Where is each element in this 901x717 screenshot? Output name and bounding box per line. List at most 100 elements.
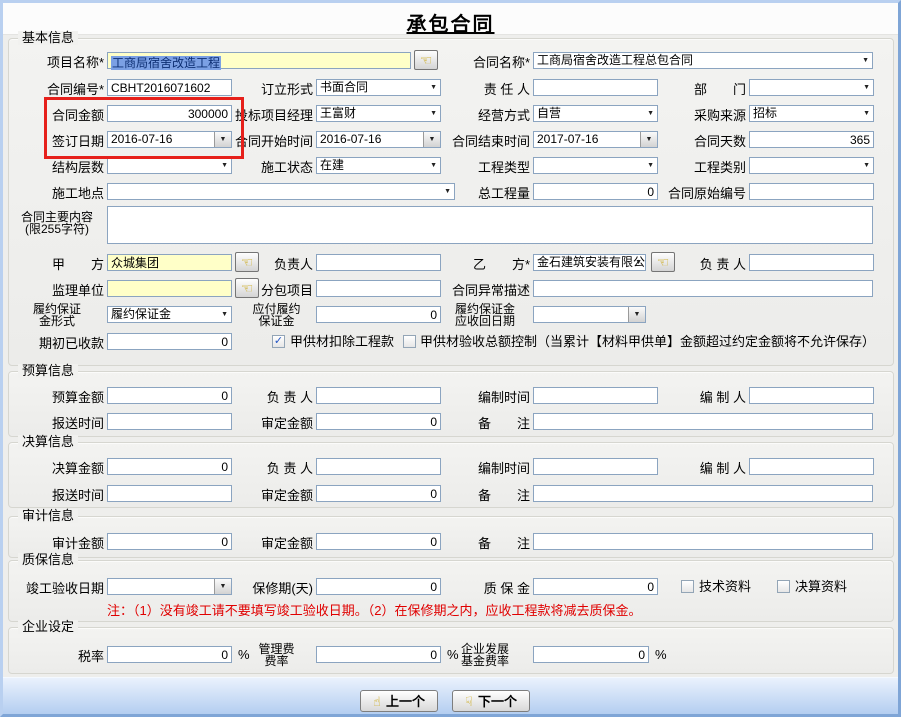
chevron-down-icon: ▼ — [221, 162, 228, 169]
completion-date-picker[interactable]: ▼ — [107, 578, 232, 595]
guarantee-return-date-picker[interactable]: ▼ — [533, 306, 646, 323]
sign-date-picker[interactable]: 2016-07-16▼ — [107, 131, 232, 148]
party-a-responsible-input[interactable] — [316, 254, 441, 271]
previous-button[interactable]: ☝上一个 — [360, 690, 438, 712]
contract-name-combo[interactable]: 工商局宿舍改造工程总包合同▼ — [533, 52, 873, 69]
project-name-input[interactable]: 工商局宿舍改造工程 — [107, 52, 411, 69]
budget-amount-label: 预算金额 — [10, 389, 104, 406]
party-b-responsible-input[interactable] — [749, 254, 874, 271]
budget-responsible-label: 负 责 人 — [240, 389, 313, 406]
project-type-combo[interactable]: ▼ — [533, 157, 658, 174]
procurement-combo[interactable]: 招标▼ — [749, 105, 874, 122]
floors-combo[interactable]: ▼ — [107, 157, 232, 174]
contract-no-input[interactable] — [107, 79, 232, 96]
dev-fund-rate-input[interactable] — [533, 646, 649, 663]
audit-remark-input[interactable] — [533, 533, 873, 550]
construction-status-combo[interactable]: 在建▼ — [316, 157, 441, 174]
budget-maker-input[interactable] — [749, 387, 874, 404]
budget-approved-input[interactable] — [316, 413, 441, 430]
deduct-material-checkbox[interactable]: ✓ — [272, 335, 285, 348]
start-date-picker[interactable]: 2016-07-16▼ — [316, 131, 441, 148]
project-select-button[interactable]: ☜ — [414, 50, 438, 70]
group-audit-info-label: 审计信息 — [18, 509, 78, 523]
main-content-textarea[interactable] — [107, 206, 873, 244]
original-no-input[interactable] — [749, 183, 874, 200]
mgmt-rate-input[interactable] — [316, 646, 441, 663]
final-amount-input[interactable] — [107, 458, 232, 475]
party-a-responsible-label: 负责人 — [240, 256, 313, 273]
guarantee-form-combo[interactable]: 履约保证金▼ — [107, 306, 232, 323]
supervisor-input[interactable] — [107, 280, 232, 297]
warranty-days-input[interactable] — [316, 578, 441, 595]
deduct-material-checkbox-label: 甲供材扣除工程款 — [290, 334, 394, 349]
chevron-down-icon: ▼ — [635, 259, 642, 266]
calendar-dropdown-button[interactable]: ▼ — [640, 132, 657, 147]
final-time-label: 编制时间 — [448, 460, 530, 477]
initial-received-input[interactable] — [107, 333, 232, 350]
contract-no-label: 合同编号* — [10, 81, 104, 98]
location-combo[interactable]: ▼ — [107, 183, 455, 200]
final-docs-checkbox[interactable] — [777, 580, 790, 593]
subproject-input[interactable] — [316, 280, 441, 297]
floors-label: 结构层数 — [10, 159, 104, 176]
budget-time-label: 编制时间 — [448, 389, 530, 406]
total-quantity-input[interactable] — [533, 183, 658, 200]
payable-guarantee-input[interactable] — [316, 306, 441, 323]
payable-guarantee-label: 应付履约 保证金 — [240, 303, 313, 327]
bid-manager-combo[interactable]: 王富财▼ — [316, 105, 441, 122]
chevron-down-icon: ▼ — [647, 162, 654, 169]
contract-amount-input[interactable] — [107, 105, 232, 122]
tech-docs-checkbox[interactable] — [681, 580, 694, 593]
budget-responsible-input[interactable] — [316, 387, 441, 404]
contract-days-input[interactable] — [749, 131, 874, 148]
operation-mode-combo[interactable]: 自营▼ — [533, 105, 658, 122]
abnormal-desc-input[interactable] — [533, 280, 873, 297]
final-submit-input[interactable] — [107, 485, 232, 502]
end-date-picker[interactable]: 2017-07-16▼ — [533, 131, 658, 148]
project-name-value: 工商局宿舍改造工程 — [111, 56, 221, 70]
bid-manager-label: 投标项目经理 — [228, 107, 313, 124]
sign-date-label: 签订日期 — [10, 133, 104, 150]
tax-rate-input[interactable] — [107, 646, 232, 663]
budget-remark-input[interactable] — [533, 413, 873, 430]
start-date-label: 合同开始时间 — [228, 133, 313, 150]
form-type-combo[interactable]: 书面合同▼ — [316, 79, 441, 96]
calendar-dropdown-button[interactable]: ▼ — [628, 307, 645, 322]
final-approved-label: 审定金额 — [240, 487, 313, 504]
final-time-input[interactable] — [533, 458, 658, 475]
retention-input[interactable] — [533, 578, 658, 595]
project-class-combo[interactable]: ▼ — [749, 157, 874, 174]
final-amount-label: 决算金额 — [10, 460, 104, 477]
chevron-down-icon: ▼ — [430, 110, 437, 117]
final-responsible-input[interactable] — [316, 458, 441, 475]
calendar-dropdown-button[interactable]: ▼ — [214, 579, 231, 594]
project-class-label: 工程类别 — [658, 159, 746, 176]
total-control-checkbox[interactable] — [403, 335, 416, 348]
department-combo[interactable]: ▼ — [749, 79, 874, 96]
total-quantity-label: 总工程量 — [448, 185, 530, 202]
responsible-input[interactable] — [533, 79, 658, 96]
party-b-combo[interactable]: 金石建筑安装有限公司▼ — [533, 254, 646, 271]
audit-approved-input[interactable] — [316, 533, 441, 550]
budget-time-input[interactable] — [533, 387, 658, 404]
audit-approved-label: 审定金额 — [240, 535, 313, 552]
party-b-select-button[interactable]: ☜ — [651, 252, 675, 272]
final-approved-input[interactable] — [316, 485, 441, 502]
completion-date-label: 竣工验收日期 — [10, 580, 104, 597]
chevron-down-icon: ▼ — [647, 110, 654, 117]
calendar-dropdown-button[interactable]: ▼ — [423, 132, 440, 147]
final-remark-label: 备 注 — [448, 487, 530, 504]
party-a-input[interactable] — [107, 254, 232, 271]
bottom-bar — [3, 677, 898, 715]
budget-amount-input[interactable] — [107, 387, 232, 404]
check-icon: ✓ — [274, 335, 283, 347]
final-maker-input[interactable] — [749, 458, 874, 475]
next-button[interactable]: ☟下一个 — [452, 690, 530, 712]
responsible-label: 责 任 人 — [448, 81, 530, 98]
budget-submit-input[interactable] — [107, 413, 232, 430]
contract-form-window: 承包合同 基本信息 预算信息 决算信息 审计信息 质保信息 企业设定 项目名称*… — [0, 0, 901, 717]
audit-amount-input[interactable] — [107, 533, 232, 550]
final-responsible-label: 负 责 人 — [240, 460, 313, 477]
final-remark-input[interactable] — [533, 485, 873, 502]
group-basic-info-label: 基本信息 — [18, 31, 78, 45]
